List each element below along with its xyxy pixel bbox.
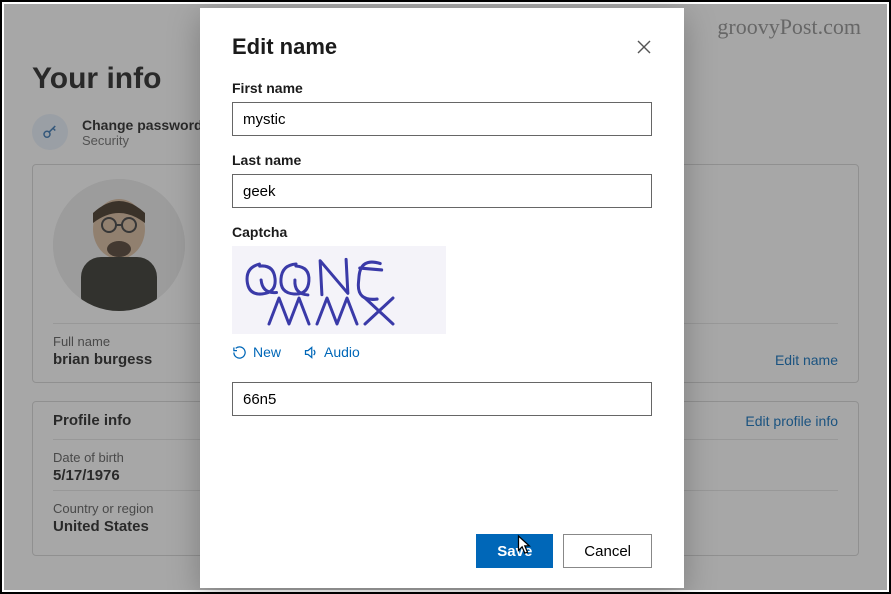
audio-icon [303,345,318,360]
save-button[interactable]: Save [476,534,553,568]
captcha-input[interactable] [232,382,652,416]
captcha-image [232,246,446,334]
captcha-label: Captcha [232,224,652,240]
captcha-new-button[interactable]: New [232,344,281,360]
cancel-button[interactable]: Cancel [563,534,652,568]
first-name-label: First name [232,80,652,96]
last-name-label: Last name [232,152,652,168]
last-name-input[interactable] [232,174,652,208]
captcha-audio-button[interactable]: Audio [303,344,360,360]
modal-title: Edit name [232,34,337,60]
close-icon[interactable] [636,39,652,55]
first-name-input[interactable] [232,102,652,136]
edit-name-modal: Edit name First name Last name Captcha [200,8,684,588]
refresh-icon [232,345,247,360]
